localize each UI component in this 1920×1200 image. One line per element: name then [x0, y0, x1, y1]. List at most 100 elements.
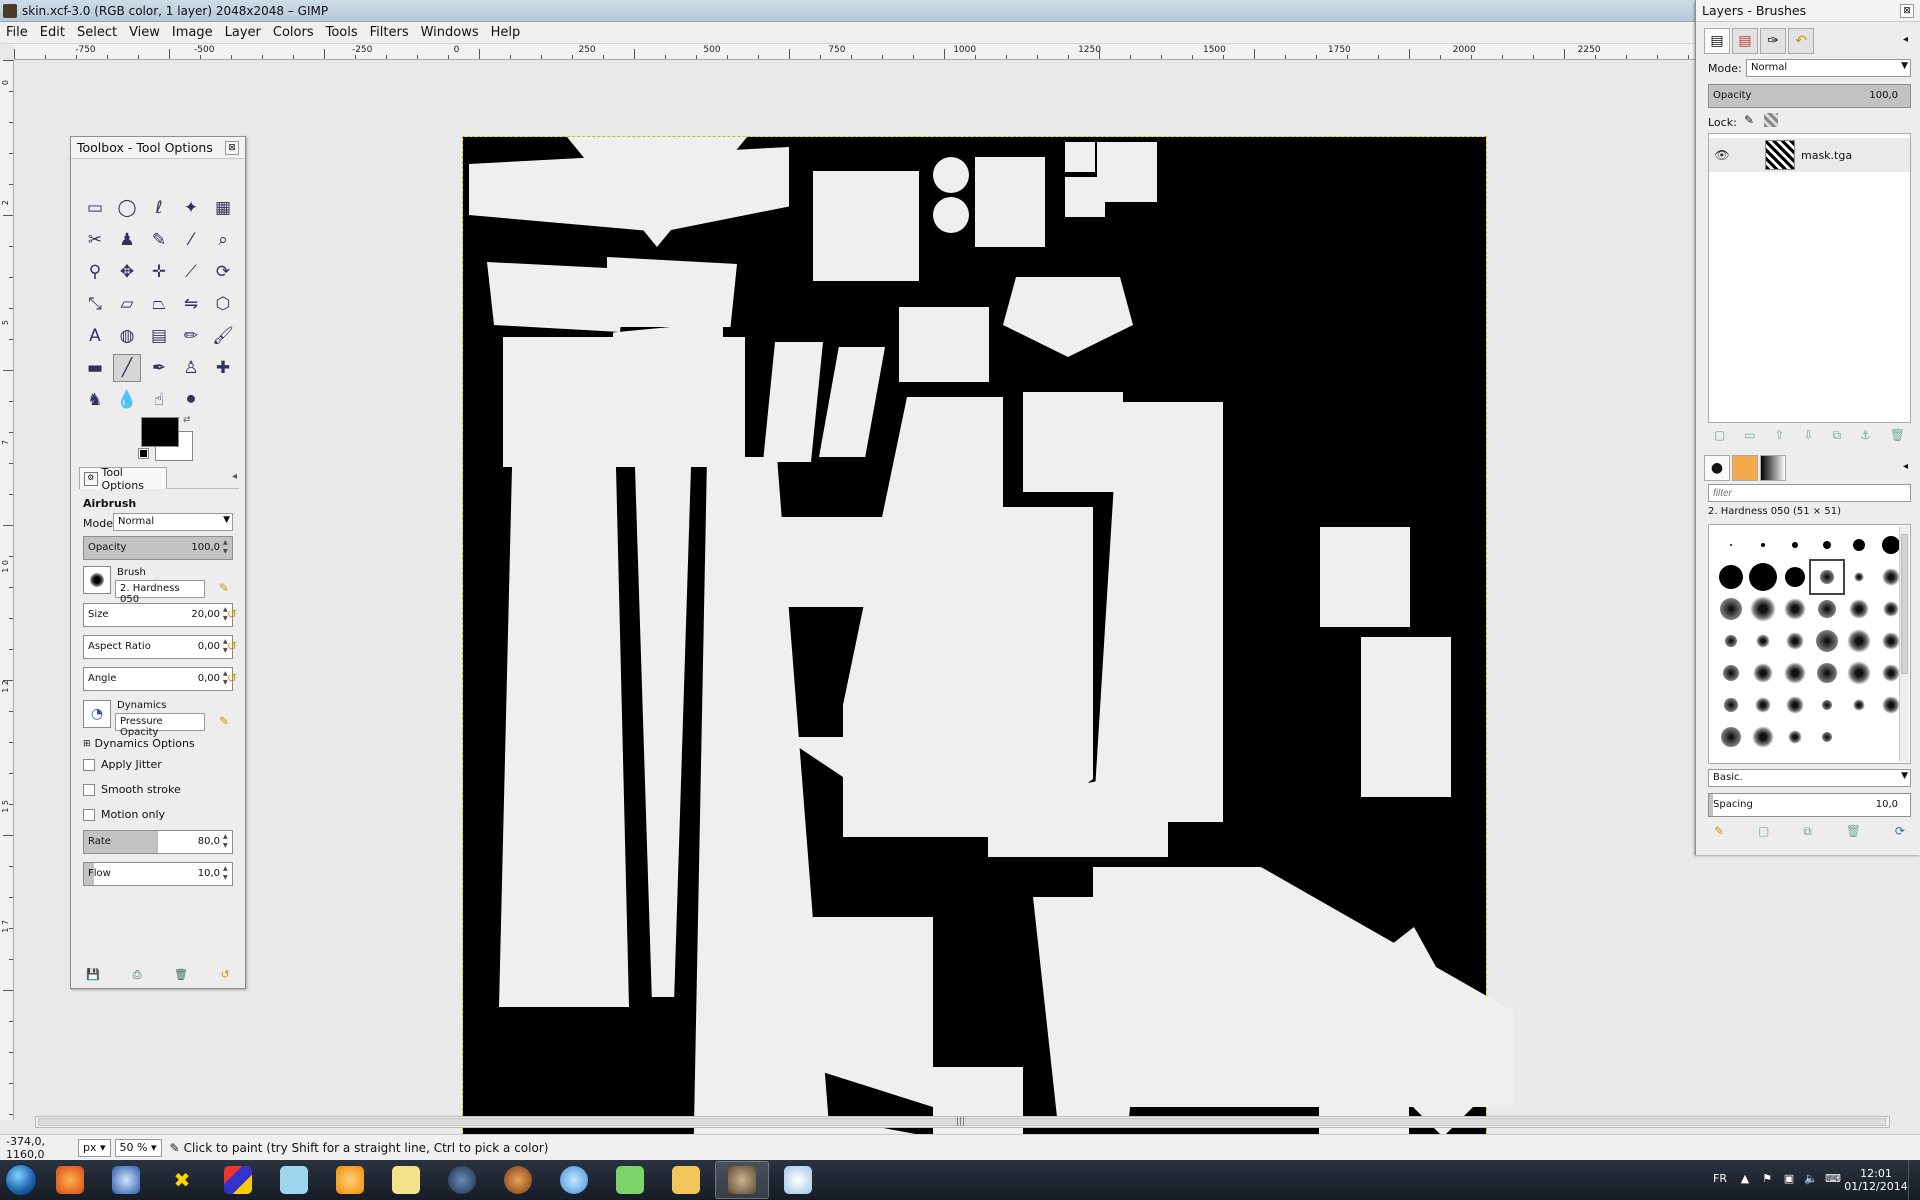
- foreground-color-swatch[interactable]: [141, 417, 179, 447]
- select-by-color-icon[interactable]: ▦: [209, 194, 237, 222]
- reset-size-icon[interactable]: ↺: [227, 607, 243, 623]
- lock-pixels-icon[interactable]: ✎: [1744, 113, 1754, 127]
- vertical-ruler[interactable]: 0 2 5 7 1 0 1 2 1 5 1 7: [0, 60, 14, 1120]
- brush-item[interactable]: [1715, 561, 1747, 593]
- crop-icon[interactable]: ⟋: [177, 258, 205, 286]
- foreground-select-icon[interactable]: ♟: [113, 226, 141, 254]
- spacing-spinner[interactable]: Spacing 10,0: [1708, 793, 1911, 817]
- paintbrush-icon[interactable]: 🖌: [209, 322, 237, 350]
- dynamics-preview-button[interactable]: ◔: [83, 700, 111, 728]
- brush-preview-button[interactable]: [83, 566, 111, 594]
- show-hidden-icons[interactable]: ▲: [1737, 1172, 1753, 1188]
- rotate-icon[interactable]: ⟳: [209, 258, 237, 286]
- menu-select[interactable]: Select: [71, 22, 123, 44]
- menu-help[interactable]: Help: [485, 22, 527, 44]
- free-select-icon[interactable]: ℓ: [145, 194, 173, 222]
- tab-paths[interactable]: ✑: [1760, 28, 1786, 54]
- volume-icon[interactable]: 🔈: [1803, 1172, 1819, 1188]
- blur-icon[interactable]: 💧: [113, 386, 141, 414]
- taskbar-paint[interactable]: [771, 1161, 825, 1199]
- new-group-icon[interactable]: ▭: [1744, 428, 1755, 443]
- align-icon[interactable]: ✛: [145, 258, 173, 286]
- lock-alpha-icon[interactable]: [1764, 113, 1778, 127]
- brush-item[interactable]: [1843, 689, 1875, 721]
- taskbar-steam[interactable]: [435, 1161, 489, 1199]
- scissors-icon[interactable]: ✂: [81, 226, 109, 254]
- menu-filters[interactable]: Filters: [364, 22, 415, 44]
- new-layer-icon[interactable]: ▢: [1714, 428, 1725, 443]
- brush-item[interactable]: [1843, 657, 1875, 689]
- brush-item[interactable]: [1779, 529, 1811, 561]
- motion-only-checkbox[interactable]: Motion only: [83, 808, 165, 821]
- edit-dynamics-icon[interactable]: ✎: [219, 714, 235, 730]
- scale-icon[interactable]: ⤡: [81, 290, 109, 318]
- duplicate-brush-icon[interactable]: ⧉: [1803, 824, 1812, 839]
- taskbar-firefox[interactable]: [43, 1161, 97, 1199]
- brush-item[interactable]: [1715, 593, 1747, 625]
- brush-item[interactable]: [1843, 529, 1875, 561]
- lower-layer-icon[interactable]: ⇩: [1804, 428, 1814, 443]
- opacity-spinner[interactable]: Opacity 100,0 ▲ ▼: [83, 536, 233, 560]
- delete-layer-icon[interactable]: 🗑: [1890, 428, 1905, 443]
- unit-select[interactable]: px ▾: [78, 1138, 111, 1157]
- paths-icon[interactable]: ✎: [145, 226, 173, 254]
- brush-item[interactable]: [1747, 689, 1779, 721]
- horizontal-scrollbar[interactable]: |||: [35, 1116, 1890, 1128]
- tab-patterns[interactable]: [1732, 455, 1758, 481]
- ink-icon[interactable]: ✒: [145, 354, 173, 382]
- spin-arrows-icon[interactable]: ▲ ▼: [223, 538, 231, 558]
- ellipse-select-icon[interactable]: ◯: [113, 194, 141, 222]
- tab-undo[interactable]: ↶: [1788, 28, 1814, 54]
- fuzzy-select-icon[interactable]: ✦: [177, 194, 205, 222]
- flag-icon[interactable]: ⚑: [1759, 1172, 1775, 1188]
- taskbar-media[interactable]: [323, 1161, 377, 1199]
- smooth-stroke-checkbox[interactable]: Smooth stroke: [83, 783, 181, 796]
- reset-options-icon[interactable]: ↺: [218, 968, 232, 982]
- brush-item[interactable]: [1747, 529, 1779, 561]
- brush-item[interactable]: [1843, 593, 1875, 625]
- brush-item[interactable]: [1779, 721, 1811, 753]
- brush-item[interactable]: [1843, 625, 1875, 657]
- flip-icon[interactable]: ⇋: [177, 290, 205, 318]
- brush-item[interactable]: [1809, 559, 1845, 595]
- pencil-icon[interactable]: ✏: [177, 322, 205, 350]
- brush-item[interactable]: [1779, 689, 1811, 721]
- brush-item[interactable]: [1811, 625, 1843, 657]
- tab-tool-options[interactable]: ⚙ Tool Options: [79, 466, 167, 492]
- layer-mode-select[interactable]: Normal ▼: [1746, 59, 1911, 77]
- dynamics-name-field[interactable]: Pressure Opacity: [115, 713, 205, 738]
- brush-item[interactable]: [1811, 657, 1843, 689]
- eye-icon[interactable]: 👁: [1709, 148, 1735, 162]
- brush-item[interactable]: [1715, 721, 1747, 753]
- menu-tools[interactable]: Tools: [320, 22, 364, 44]
- brush-scroll-thumb[interactable]: [1901, 534, 1908, 674]
- edit-brush-icon[interactable]: ✎: [1714, 824, 1724, 839]
- smudge-icon[interactable]: ☝: [145, 386, 173, 414]
- spin-arrows-icon[interactable]: ▲ ▼: [223, 864, 231, 884]
- brush-item[interactable]: [1747, 561, 1779, 593]
- airbrush-icon[interactable]: ╱: [113, 354, 141, 382]
- heal-icon[interactable]: ✚: [209, 354, 237, 382]
- save-options-icon[interactable]: 💾: [86, 968, 100, 982]
- keyboard-icon[interactable]: ⌨: [1825, 1172, 1841, 1188]
- menu-edit[interactable]: Edit: [34, 22, 71, 44]
- tab-brushes[interactable]: ●: [1704, 455, 1730, 481]
- dock-menu-icon[interactable]: ◂: [1903, 461, 1908, 472]
- taskbar-xchat[interactable]: ✖: [155, 1161, 209, 1199]
- anchor-layer-icon[interactable]: ⚓: [1860, 428, 1871, 443]
- tab-channels[interactable]: ▤: [1732, 28, 1758, 54]
- text-icon[interactable]: A: [81, 322, 109, 350]
- shear-icon[interactable]: ▱: [113, 290, 141, 318]
- new-brush-icon[interactable]: ▢: [1758, 824, 1769, 839]
- spin-arrows-icon[interactable]: ▲ ▼: [223, 832, 231, 852]
- taskbar-explorer[interactable]: [659, 1161, 713, 1199]
- taskbar-snip[interactable]: [379, 1161, 433, 1199]
- brush-item[interactable]: [1811, 529, 1843, 561]
- brush-item[interactable]: [1779, 625, 1811, 657]
- default-colors-icon[interactable]: [138, 448, 149, 459]
- taskbar-thunderbird[interactable]: [99, 1161, 153, 1199]
- blend-icon[interactable]: ▤: [145, 322, 173, 350]
- size-spinner[interactable]: Size 20,00 ▲ ▼: [83, 603, 233, 627]
- duplicate-layer-icon[interactable]: ⧉: [1833, 428, 1842, 443]
- toolbox-close-button[interactable]: ⊠: [225, 140, 239, 155]
